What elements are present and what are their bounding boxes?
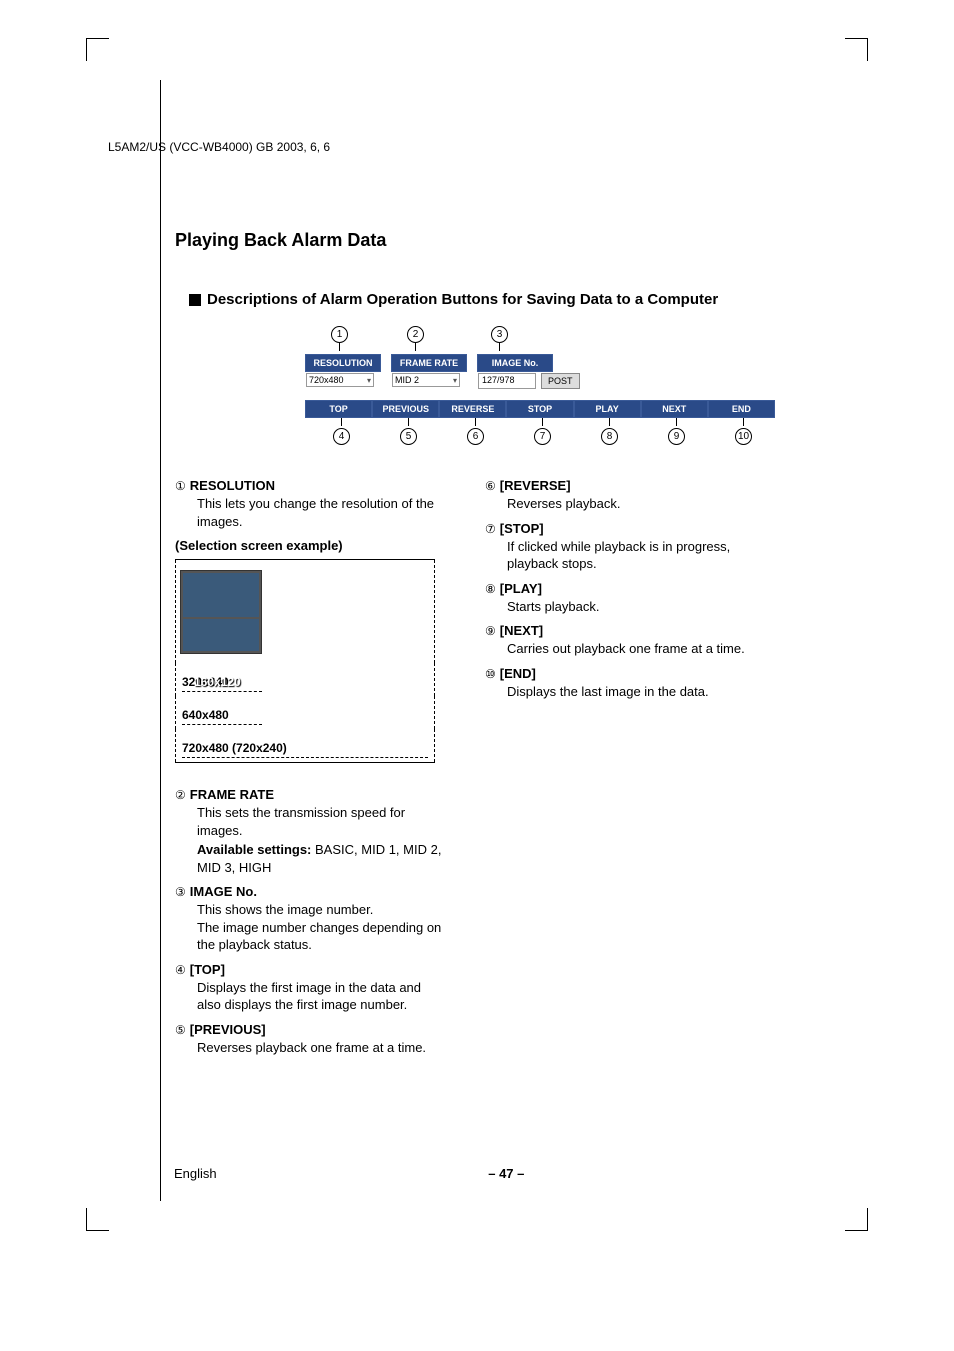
callout-6: 6 (467, 428, 484, 445)
crop-mark (845, 38, 868, 61)
footer-page-number: – 47 – (488, 1166, 524, 1181)
item-9-title: [NEXT] (500, 623, 543, 638)
circled-7: ⑦ (485, 522, 496, 536)
main-content: Playing Back Alarm Data Descriptions of … (160, 80, 846, 1201)
chevron-down-icon: ▾ (367, 376, 371, 385)
imageno-header: IMAGE No. (477, 354, 553, 372)
item-4-body: Displays the first image in the data and… (197, 979, 445, 1014)
imageno-field[interactable]: 127/978 (478, 373, 536, 389)
res-720x480: 720x480 (720x240) (182, 741, 287, 755)
right-column: ⑥ [REVERSE] Reverses playback. ⑦ [STOP] … (485, 478, 755, 1065)
crop-mark (845, 1208, 868, 1231)
item-8-body: Starts playback. (507, 598, 755, 616)
framerate-header: FRAME RATE (391, 354, 467, 372)
item-4-title: [TOP] (190, 962, 225, 977)
callout-4: 4 (333, 428, 350, 445)
circled-3: ③ (175, 885, 186, 899)
post-button[interactable]: POST (541, 373, 580, 389)
callout-3: 3 (491, 326, 508, 343)
next-button[interactable]: NEXT (641, 400, 708, 418)
selection-example: 160x120 320x240 640x480 720x480 (720x240… (175, 559, 435, 763)
available-settings-label: Available settings: (197, 842, 311, 857)
item-1-title: RESOLUTION (190, 478, 275, 493)
section-subtitle: Descriptions of Alarm Operation Buttons … (207, 291, 718, 308)
bullet-icon (189, 294, 201, 306)
thumbnail-preview (180, 570, 262, 654)
selection-example-label: (Selection screen example) (175, 538, 445, 553)
callout-8: 8 (601, 428, 618, 445)
previous-button[interactable]: PREVIOUS (372, 400, 439, 418)
item-5-body: Reverses playback one frame at a time. (197, 1039, 445, 1057)
left-column: ① RESOLUTION This lets you change the re… (175, 478, 445, 1065)
item-5-title: [PREVIOUS] (190, 1022, 266, 1037)
play-button[interactable]: PLAY (574, 400, 641, 418)
circled-5: ⑤ (175, 1023, 186, 1037)
circled-8: ⑧ (485, 582, 496, 596)
item-9-body: Carries out playback one frame at a time… (507, 640, 755, 658)
footer-language: English (174, 1166, 217, 1181)
callout-7: 7 (534, 428, 551, 445)
res-160x120: 160x120 (194, 675, 241, 689)
item-7-body: If clicked while playback is in progress… (507, 538, 755, 573)
resolution-select[interactable]: 720x480▾ (306, 373, 374, 387)
item-8-title: [PLAY] (500, 581, 542, 596)
circled-6: ⑥ (485, 479, 496, 493)
circled-9: ⑨ (485, 624, 496, 638)
item-6-body: Reverses playback. (507, 495, 755, 513)
chevron-down-icon: ▾ (453, 376, 457, 385)
item-3-title: IMAGE No. (190, 884, 257, 899)
item-2-title: FRAME RATE (190, 787, 274, 802)
crop-mark (86, 1208, 109, 1231)
item-10-body: Displays the last image in the data. (507, 683, 755, 701)
res-640x480: 640x480 (182, 708, 229, 722)
resolution-header: RESOLUTION (305, 354, 381, 372)
end-button[interactable]: END (708, 400, 775, 418)
item-2-body: This sets the transmission speed for ima… (197, 804, 445, 839)
page-title: Playing Back Alarm Data (175, 230, 846, 251)
circled-4: ④ (175, 963, 186, 977)
item-3-body: This shows the image number. The image n… (197, 901, 445, 954)
callout-9: 9 (668, 428, 685, 445)
callout-10: 10 (735, 428, 752, 445)
item-6-title: [REVERSE] (500, 478, 571, 493)
item-10-title: [END] (500, 666, 536, 681)
item-1-body: This lets you change the resolution of t… (197, 495, 445, 530)
circled-10: ⑩ (485, 667, 496, 681)
stop-button[interactable]: STOP (506, 400, 573, 418)
callout-1: 1 (331, 326, 348, 343)
control-panel-illustration: 1 2 3 RESOLUTION 720x480▾ FRAME RATE MID… (305, 324, 846, 448)
callout-5: 5 (400, 428, 417, 445)
item-7-title: [STOP] (500, 521, 544, 536)
reverse-button[interactable]: REVERSE (439, 400, 506, 418)
callout-2: 2 (407, 326, 424, 343)
circled-2: ② (175, 788, 186, 802)
crop-mark (86, 38, 109, 61)
circled-1: ① (175, 479, 186, 493)
top-button[interactable]: TOP (305, 400, 372, 418)
framerate-select[interactable]: MID 2▾ (392, 373, 460, 387)
